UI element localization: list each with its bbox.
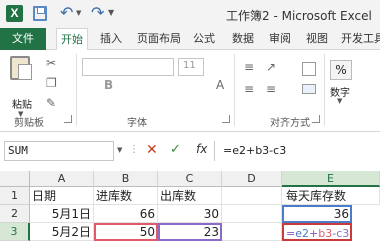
customize-qat-icon[interactable]: ▼: [108, 8, 114, 17]
tab-data[interactable]: 数据: [232, 28, 254, 50]
ribbon-separator: [324, 54, 325, 126]
cell-e1[interactable]: 每天库存数: [282, 187, 380, 205]
row-header-3[interactable]: 3: [0, 223, 30, 241]
cell-e2[interactable]: 36: [282, 205, 352, 223]
font-name-box[interactable]: [82, 58, 174, 76]
cell-d2[interactable]: [222, 205, 282, 223]
tab-page-layout[interactable]: 页面布局: [137, 28, 181, 50]
cut-icon[interactable]: ✂: [46, 56, 56, 70]
select-all-corner[interactable]: [0, 171, 30, 187]
number-dropdown-icon[interactable]: ▼: [337, 97, 342, 105]
cell-b3[interactable]: 50: [94, 223, 158, 241]
excel-logo-icon: X: [6, 5, 23, 22]
tab-developer[interactable]: 开发工具: [341, 28, 380, 50]
row-header-1[interactable]: 1: [0, 187, 30, 205]
clipboard-group-label: 剪贴板: [14, 118, 44, 129]
align-left-icon[interactable]: ≡: [244, 82, 254, 96]
wrap-text-icon[interactable]: [302, 62, 316, 76]
format-painter-icon[interactable]: ✎: [46, 96, 56, 110]
ribbon: 粘贴 ▼ ✂ ❐ ✎ 剪贴板 11 B A 字体 ≡ ↗ ≡ ≡ 对齐方式 % …: [0, 50, 380, 132]
formula-token: +: [309, 227, 319, 240]
cell-d1[interactable]: [222, 187, 282, 205]
tab-view[interactable]: 视图: [306, 28, 328, 50]
cell-c2[interactable]: 30: [158, 205, 222, 223]
window-title: 工作簿2 - Microsoft Excel: [226, 9, 372, 23]
tab-file[interactable]: 文件: [0, 28, 46, 50]
redo-icon[interactable]: ↷: [91, 3, 104, 22]
cell-c3[interactable]: 23: [158, 223, 222, 241]
cell-a3[interactable]: 5月2日: [30, 223, 94, 241]
formula-input[interactable]: =e2+b3-c3: [214, 141, 380, 161]
bold-icon[interactable]: B: [104, 78, 113, 92]
cell-b1[interactable]: 进库数: [94, 187, 158, 205]
font-size-value: 11: [183, 60, 196, 71]
align-right-icon[interactable]: ≡: [266, 82, 276, 96]
name-box[interactable]: SUM: [4, 141, 114, 161]
formula-token: =: [286, 227, 296, 240]
cell-d3[interactable]: [222, 223, 282, 241]
cell-a1[interactable]: 日期: [30, 187, 94, 205]
more-icon: ⋮: [129, 144, 139, 155]
font-group-label: 字体: [127, 118, 147, 129]
tab-home[interactable]: 开始: [56, 28, 88, 51]
alignment-group-label: 对齐方式: [270, 118, 310, 129]
formula-bar: SUM ▼ ⋮ ✕ ✓ fx =e2+b3-c3: [0, 138, 380, 164]
clipboard-launcher-icon[interactable]: [64, 115, 72, 123]
column-header-d[interactable]: D: [222, 171, 282, 187]
cell-b2[interactable]: 66: [94, 205, 158, 223]
column-header-a[interactable]: A: [30, 171, 94, 187]
alignment-launcher-icon[interactable]: [312, 115, 320, 123]
font-color-icon[interactable]: A: [216, 78, 224, 92]
insert-function-icon[interactable]: fx: [196, 142, 207, 156]
name-box-dropdown-icon[interactable]: ▼: [117, 146, 122, 154]
cell-a2[interactable]: 5月1日: [30, 205, 94, 223]
orientation-icon[interactable]: ↗: [266, 60, 276, 74]
tab-review[interactable]: 审阅: [269, 28, 291, 50]
paste-button-label[interactable]: 粘贴: [12, 96, 32, 111]
column-header-b[interactable]: B: [94, 171, 158, 187]
tab-formulas[interactable]: 公式: [193, 28, 215, 50]
undo-icon[interactable]: ↶: [60, 3, 73, 22]
title-bar: X ↶ ▼ ↷ ▼ 工作簿2 - Microsoft Excel: [0, 0, 380, 28]
row-header-2[interactable]: 2: [0, 205, 30, 223]
formula-token-ref-c3: c3: [336, 227, 350, 240]
align-top-icon[interactable]: ≡: [244, 60, 254, 74]
column-header-e[interactable]: E: [282, 171, 380, 187]
cancel-icon[interactable]: ✕: [146, 142, 158, 158]
copy-icon[interactable]: ❐: [46, 76, 57, 90]
ribbon-separator: [76, 54, 77, 126]
save-icon[interactable]: [33, 6, 47, 21]
cell-e3-editing[interactable]: =e2+b3-c3: [282, 223, 352, 241]
ribbon-separator: [234, 54, 235, 126]
formula-token-ref-e2: e2: [295, 227, 309, 240]
number-format-button[interactable]: %: [330, 60, 352, 80]
tab-insert[interactable]: 插入: [100, 28, 122, 50]
ribbon-tabs: 文件 开始 插入 页面布局 公式 数据 审阅 视图 开发工具: [0, 28, 380, 51]
column-header-c[interactable]: C: [158, 171, 222, 187]
formula-token-ref-b3: b3: [318, 227, 333, 240]
cell-c1[interactable]: 出库数: [158, 187, 222, 205]
merge-center-icon[interactable]: [302, 84, 316, 94]
paste-icon[interactable]: [10, 56, 32, 80]
undo-dropdown-icon[interactable]: ▼: [76, 9, 81, 17]
enter-icon[interactable]: ✓: [170, 142, 181, 157]
font-launcher-icon[interactable]: [222, 115, 230, 123]
